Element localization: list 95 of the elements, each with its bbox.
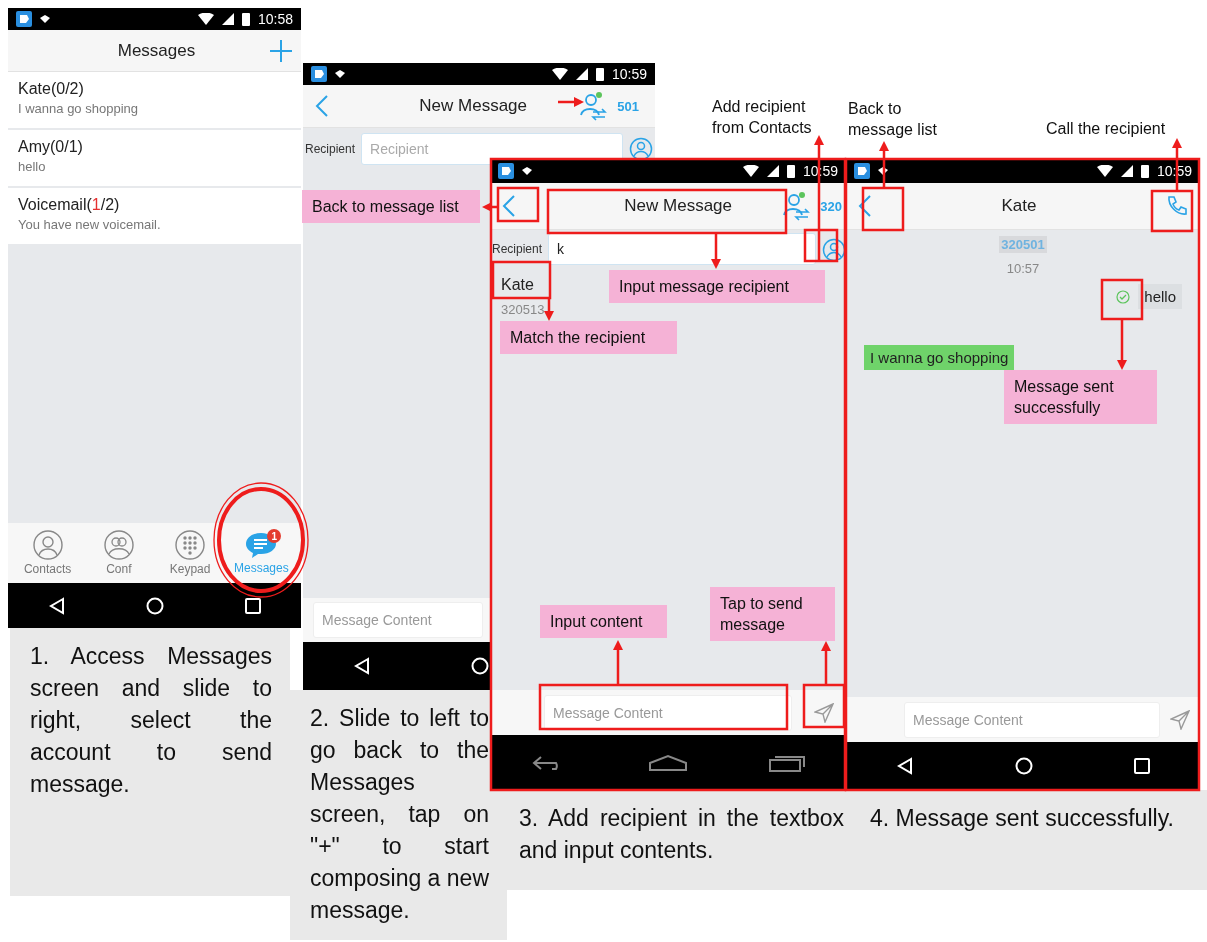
wifi-icon [551, 68, 568, 80]
recipient-label: Recipient [305, 142, 356, 156]
plus-icon[interactable] [269, 38, 293, 63]
recipient-field[interactable]: k [548, 233, 816, 265]
back-chevron-icon[interactable] [502, 194, 516, 218]
callout-label: Back to message list [302, 190, 480, 223]
chat-bubble-icon [245, 531, 278, 559]
step-caption: 1. Access Messages screen and slide to right, select the account to send message. [10, 628, 290, 896]
annotation-text: Add recipient from Contacts [712, 97, 813, 138]
back-chevron-icon[interactable] [315, 94, 329, 118]
send-icon[interactable] [814, 702, 834, 723]
signal-icon [766, 164, 779, 177]
pointer-arrow [544, 298, 554, 321]
annotation-text: Back to message list [848, 99, 938, 140]
message-field[interactable]: Message Content [904, 701, 1160, 738]
app-logo-icon [311, 66, 327, 82]
clock-time: 10:59 [611, 66, 647, 82]
annotation-text: Call the recipient [1046, 119, 1167, 139]
message-timestamp: 10:57 [1006, 261, 1040, 276]
phone-call-icon[interactable] [1166, 195, 1188, 217]
contact-number: 320513 [501, 302, 545, 317]
conversation-row[interactable]: Kate(0/2) I wanna go shopping [8, 72, 301, 128]
conversation-name: Amy(0/1) [18, 138, 84, 156]
recipient-field[interactable]: Recipient [361, 133, 623, 165]
send-icon[interactable] [1170, 709, 1190, 730]
screen-title: Messages [116, 40, 197, 61]
conversation-name: Voicemail(1/2) [18, 196, 121, 214]
message-bubble: I wanna go shopping [864, 345, 1015, 370]
nav-tab[interactable]: Contacts [12, 523, 84, 583]
pointer-arrow [821, 641, 831, 685]
pointer-arrow [558, 97, 584, 107]
message-preview: You have new voicemail. [18, 217, 162, 232]
conversation-row[interactable]: Amy(0/1) hello [8, 130, 301, 186]
pointer-arrow [711, 233, 721, 269]
contacts-swap-icon[interactable] [780, 191, 811, 221]
signal-icon [575, 68, 588, 80]
back-icon[interactable] [353, 657, 371, 675]
message-bubble: hello [1138, 284, 1182, 309]
contact-title: Kate [1000, 196, 1038, 216]
app-logo-icon [498, 162, 514, 179]
unread-badge: 1 [267, 529, 282, 543]
pointer-arrow [1117, 319, 1127, 370]
wifi-icon [1096, 164, 1113, 177]
clock-time: 10:58 [257, 11, 293, 27]
account-number[interactable]: 320 [820, 198, 842, 214]
screen-title: New Message [623, 196, 733, 216]
contacts-swap-icon[interactable] [577, 91, 608, 121]
recent-apps-icon[interactable] [244, 597, 261, 614]
back-chevron-icon[interactable] [858, 194, 872, 218]
pointer-arrow [482, 202, 498, 212]
conversation-name: Kate(0/2) [18, 80, 85, 98]
keypad-icon [175, 530, 206, 560]
message-preview: I wanna go shopping [18, 101, 139, 116]
message-field[interactable]: Message Content [544, 694, 792, 731]
signal-icon [221, 13, 234, 25]
recent-apps-icon[interactable] [769, 753, 806, 772]
person-icon [32, 530, 63, 560]
contact-number: 320501 [999, 236, 1047, 253]
wifi-icon [742, 164, 759, 177]
conversation-row[interactable]: Voicemail(1/2) You have new voicemail. [8, 188, 301, 244]
home-icon[interactable] [648, 753, 688, 772]
app-logo-icon [16, 11, 32, 27]
contact-name: Kate [501, 276, 534, 294]
nav-tab[interactable]: Conf [83, 523, 155, 583]
step-caption: 3. Add recipient in the textbox and input contents. [507, 790, 858, 890]
wifi-icon [197, 13, 214, 25]
account-number[interactable]: 501 [617, 98, 639, 114]
callout-label: Tap to send message [710, 587, 835, 641]
contact-picker-icon[interactable] [629, 137, 653, 161]
callout-label: Input content [540, 605, 667, 638]
recent-apps-icon[interactable] [1133, 758, 1150, 774]
pointer-arrow [879, 141, 889, 188]
notification-icon [878, 166, 888, 175]
step-caption: 4. Message sent successfully. [858, 790, 1207, 890]
people-icon [103, 530, 134, 560]
notification-icon [335, 70, 345, 78]
callout-label: Match the recipient [500, 321, 677, 354]
battery-icon [595, 67, 604, 81]
pointer-arrow [613, 640, 623, 685]
nav-tab[interactable]: Keypad [154, 523, 226, 583]
callout-label: Message sent successfully [1004, 370, 1157, 424]
screen-title: New Message [418, 96, 528, 116]
signal-icon [1120, 164, 1133, 177]
notification-icon [40, 15, 50, 23]
callout-label: Input message recipient [609, 270, 825, 303]
battery-icon [786, 163, 795, 178]
recipient-label: Recipient [492, 242, 543, 256]
back-icon[interactable] [48, 596, 67, 615]
battery-icon [241, 12, 250, 26]
battery-icon [1140, 163, 1149, 178]
message-preview: hello [18, 159, 47, 174]
back-icon[interactable] [896, 757, 915, 775]
app-logo-icon [854, 162, 870, 179]
step-caption: 2. Slide to left to go back to the Messages screen, tap on "+" to start composing a new message. [290, 690, 507, 940]
message-field[interactable]: Message Content [313, 602, 483, 638]
